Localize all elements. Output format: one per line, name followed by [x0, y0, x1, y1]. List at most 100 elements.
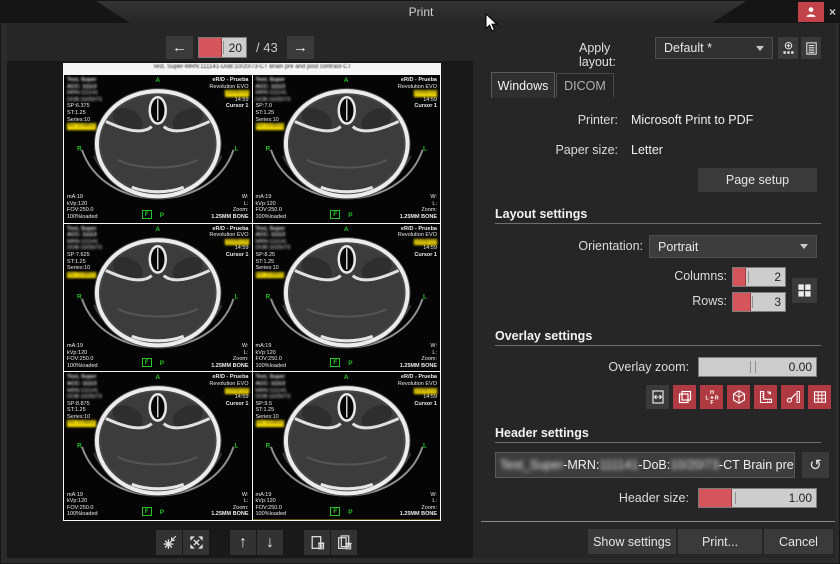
orientation-marker-posterior: P	[160, 509, 164, 516]
cell-overlay-bottomright: W:L:Zoom:1.25MM BONE	[211, 194, 248, 220]
cancel-button[interactable]: Cancel	[764, 529, 833, 554]
overlay-settings-divider	[495, 345, 821, 346]
toggle-table-overlay-button[interactable]	[808, 385, 831, 409]
cell-overlay-bottomright: W:L:Zoom:1.25MM BONE	[400, 492, 437, 518]
delete-page-button[interactable]	[304, 530, 330, 555]
orientation-marker-right: R	[266, 443, 271, 450]
header-size-slider[interactable]: 1.00	[698, 488, 817, 508]
close-button[interactable]: ×	[825, 2, 840, 22]
rows-spinner[interactable]: 3	[732, 292, 786, 312]
arrow-down-icon: ↓	[266, 534, 274, 552]
printer-label: Printer:	[481, 113, 618, 127]
cell-overlay-topright: eR/D - Prueba Revolution EVO 10/05/19 14…	[209, 226, 248, 259]
orientation-marker-left: L	[423, 145, 427, 152]
orientation-marker-right: R	[77, 294, 82, 301]
header-size-handle[interactable]	[735, 492, 736, 504]
header-size-fill	[699, 489, 732, 507]
user-button[interactable]	[798, 2, 824, 22]
orientation-marker-posterior: P	[160, 360, 164, 367]
show-settings-button[interactable]: Show settings	[588, 529, 676, 554]
tab-windows[interactable]: Windows	[491, 72, 555, 98]
page-spinner-handle[interactable]	[223, 41, 224, 54]
columns-spinner[interactable]: 2	[732, 267, 786, 287]
page-spinner-fill	[199, 38, 222, 57]
page-total-label: / 43	[256, 40, 278, 55]
orientation-marker-right: R	[77, 443, 82, 450]
cell-overlay-topleft: Test, Super ACC: 11113 MRN:111141 DOB:10…	[67, 226, 102, 279]
cell-overlay-topleft: Test, Super ACC: 11113 MRN:111141 DOB:10…	[256, 226, 291, 279]
rows-value: 3	[774, 293, 781, 311]
orientation-combobox[interactable]: Portrait	[649, 235, 817, 258]
rows-fill	[733, 293, 751, 311]
svg-text:R: R	[714, 396, 718, 402]
page-setup-label: Page setup	[726, 173, 789, 187]
cell-overlay-bottomright: W:L:Zoom:1.25MM BONE	[211, 492, 248, 518]
tab-windows-label: Windows	[498, 79, 549, 93]
fit-to-window-button[interactable]	[183, 530, 209, 555]
grid-layout-button[interactable]	[792, 278, 817, 303]
orientation-marker-posterior: P	[160, 212, 164, 219]
toggle-orientation-cube-button[interactable]	[727, 385, 750, 409]
header-text-field[interactable]: Test_Super-MRN:111141-DoB:10/20/73-CT Br…	[495, 452, 795, 478]
mrn-redacted: 111141	[599, 458, 638, 472]
fit-to-window-icon	[188, 534, 205, 551]
preview-cell-5[interactable]: Test, Super ACC: 11113 MRN:111141 DOB:10…	[64, 372, 252, 520]
toggle-orientation-letters-button[interactable]: HLRF	[700, 385, 723, 409]
orientation-marker-f: F	[142, 210, 152, 219]
layout-settings-heading: Layout settings	[495, 207, 587, 221]
arrow-up-icon: ↑	[239, 534, 247, 552]
orientation-marker-posterior: P	[348, 212, 352, 219]
dob-label: -DoB:	[638, 458, 670, 472]
orientation-marker-anterior: A	[155, 77, 160, 84]
page-setup-button[interactable]: Page setup	[698, 168, 817, 192]
toggle-frames-overlay-button[interactable]	[673, 385, 696, 409]
layout-list-button[interactable]	[801, 37, 821, 59]
orientation-cube-icon	[731, 389, 747, 405]
orientation-marker-left: L	[235, 294, 239, 301]
auto-window-button[interactable]	[156, 530, 182, 555]
save-layout-button[interactable]	[778, 37, 798, 59]
previous-page-button[interactable]: ←	[166, 36, 193, 59]
overlay-settings-heading: Overlay settings	[495, 329, 592, 343]
list-icon	[804, 41, 819, 56]
pan-overlays-button[interactable]	[646, 385, 669, 409]
next-page-button[interactable]: →	[287, 36, 314, 59]
delete-all-pages-button[interactable]	[331, 530, 357, 555]
user-icon	[804, 5, 818, 19]
preview-cell-2[interactable]: Test, Super ACC: 11113 MRN:111141 DOB:10…	[253, 75, 441, 223]
print-button[interactable]: Print...	[678, 529, 762, 554]
page-header-text: Test, Super-MRN:111141-DoB:10/20/73-CT B…	[63, 64, 441, 70]
preview-cell-3[interactable]: Test, Super ACC: 11113 MRN:111141 DOB:10…	[64, 224, 252, 372]
overlay-zoom-handle[interactable]	[750, 361, 751, 373]
toggle-ruler-button[interactable]	[754, 385, 777, 409]
preview-cell-6[interactable]: Test, Super ACC: 11113 MRN:111141 DOB:10…	[253, 372, 441, 520]
cell-overlay-topleft: Test, Super ACC: 11113 MRN:111141 DOB:10…	[256, 77, 291, 130]
move-page-down-button[interactable]: ↓	[257, 530, 283, 555]
rows-handle[interactable]	[752, 296, 753, 308]
preview-cell-4[interactable]: Test, Super ACC: 11113 MRN:111141 DOB:10…	[253, 224, 441, 372]
layout-settings-divider	[495, 223, 821, 224]
move-page-up-button[interactable]: ↑	[230, 530, 256, 555]
preview-cell-1[interactable]: Test, Super ACC: 11113 MRN:111141 DOB:10…	[64, 75, 252, 223]
orientation-marker-anterior: A	[155, 374, 160, 381]
ruler-corner-icon	[758, 389, 774, 405]
cell-overlay-topleft: Test, Super ACC: 11113 MRN:111141 DOB:10…	[256, 374, 291, 427]
tab-dicom[interactable]: DICOM	[556, 73, 614, 97]
svg-text:L: L	[705, 396, 709, 402]
layout-combobox[interactable]: Default *	[655, 37, 773, 59]
cell-overlay-topleft: Test, Super ACC: 11113 MRN:111141 DOB:10…	[67, 77, 102, 130]
orientation-marker-f: F	[142, 507, 152, 516]
page-number-spinner[interactable]: 20	[198, 37, 247, 58]
reset-header-button[interactable]: ↺	[802, 452, 829, 478]
pan-arrows-icon	[650, 389, 666, 405]
mrn-label: -MRN:	[563, 458, 599, 472]
toggle-measure-tool-button[interactable]	[781, 385, 804, 409]
overlay-zoom-value: 0.00	[789, 358, 812, 376]
cell-overlay-bottomleft: mA:19kVp:120FOV:250.0100%loaded	[67, 194, 98, 220]
arrow-left-icon: ←	[172, 39, 187, 56]
orientation-marker-anterior: A	[155, 226, 160, 233]
show-settings-label: Show settings	[593, 535, 671, 549]
overlay-zoom-slider[interactable]: 0.00	[698, 357, 817, 377]
columns-handle[interactable]	[748, 271, 749, 283]
columns-fill	[733, 268, 746, 286]
